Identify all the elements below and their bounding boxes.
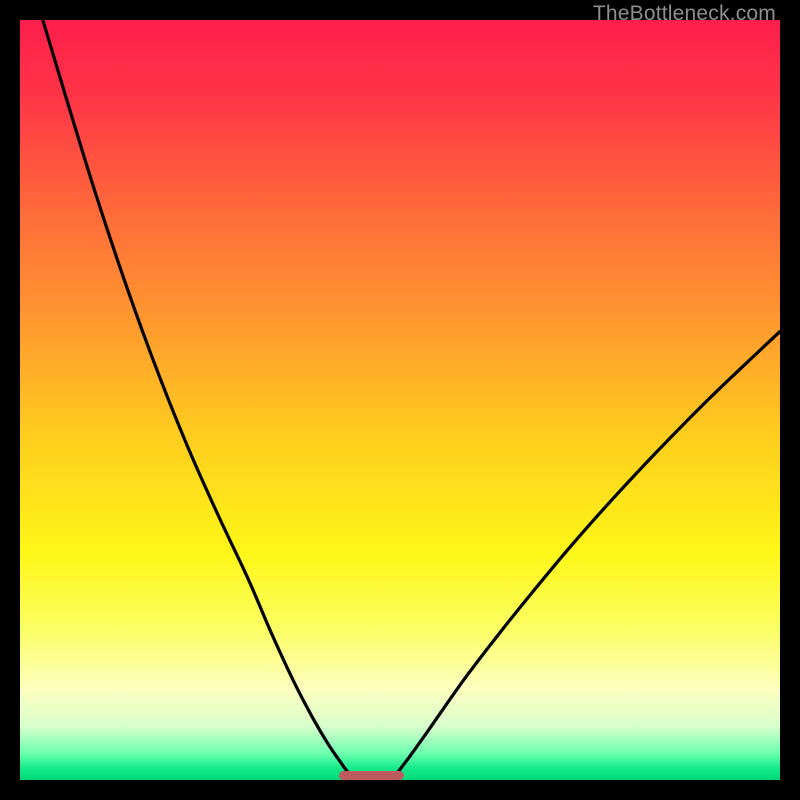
watermark-text: TheBottleneck.com [593,2,776,26]
bottleneck-chart [20,20,780,780]
chart-frame [20,20,780,780]
bottleneck-marker [339,771,404,780]
gradient-background [20,20,780,780]
